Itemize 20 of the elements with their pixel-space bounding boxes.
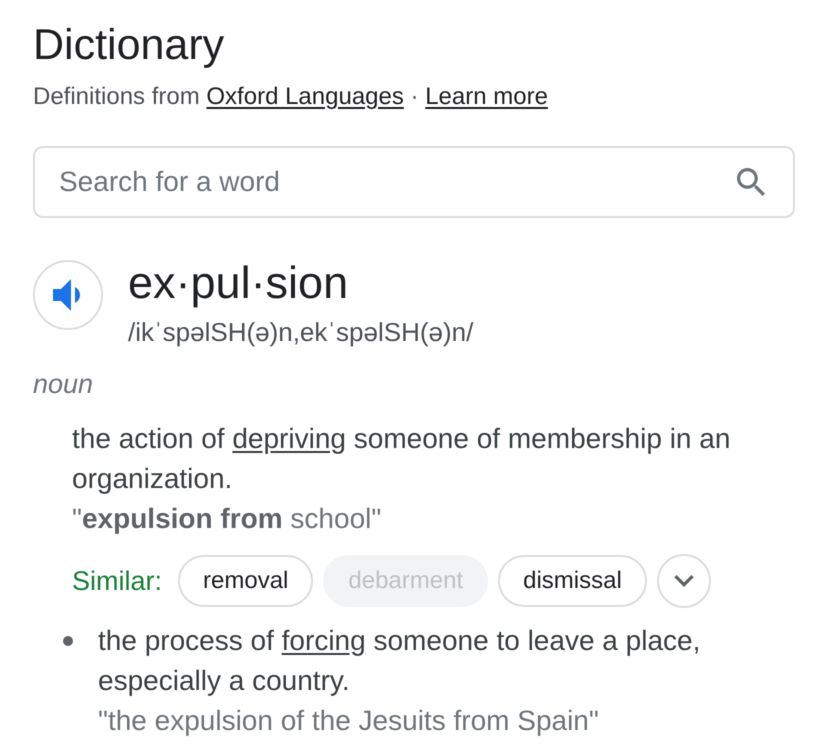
learn-more-link[interactable]: Learn more bbox=[425, 83, 548, 110]
search-field[interactable]: Search for a word bbox=[33, 146, 795, 218]
source-line: Definitions from Oxford Languages · Learn more bbox=[33, 82, 549, 112]
synonym-chip[interactable]: removal bbox=[178, 555, 314, 607]
example-text: "the expulsion of the Jesuits from Spain" bbox=[98, 704, 600, 738]
part-of-speech: noun bbox=[33, 368, 94, 401]
chevron-icon bbox=[674, 575, 694, 587]
similar-label: Similar: bbox=[72, 566, 162, 596]
headword: ex·pul·sion bbox=[128, 260, 350, 306]
definition-link[interactable]: depriving bbox=[232, 423, 346, 454]
definition-text: the process of forcing someone to leave a place, especially a country. bbox=[98, 624, 702, 698]
dictionary-title: Dictionary bbox=[33, 20, 226, 71]
example-text: "expulsion from school" bbox=[72, 502, 382, 536]
speaker-icon bbox=[52, 279, 80, 311]
pronunciation-text: /ikˈspəlSH(ə)n,ekˈspəlSH(ə)n/ bbox=[128, 316, 474, 348]
definition-text: the action of depriving someone of membership in an organization. bbox=[72, 422, 732, 496]
definition-link[interactable]: forcing bbox=[282, 625, 366, 656]
search-icon[interactable] bbox=[737, 168, 765, 196]
source-link[interactable]: Oxford Languages bbox=[206, 83, 404, 110]
synonym-chip[interactable]: dismissal bbox=[498, 555, 647, 607]
